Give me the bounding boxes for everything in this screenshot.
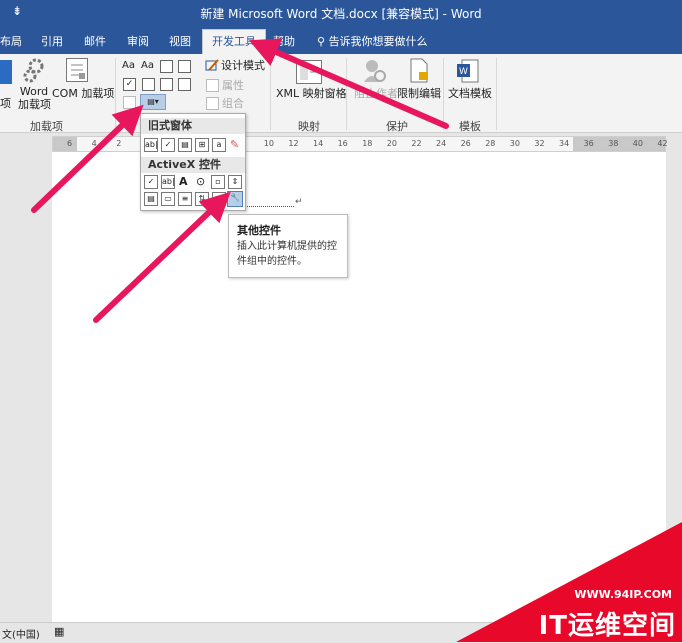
watermark-url: WWW.94IP.COM bbox=[574, 588, 672, 601]
arrow-to-legacy-tools bbox=[31, 104, 144, 213]
arrow-to-developer-tab bbox=[248, 38, 449, 129]
watermark-brand: IT运维空间 bbox=[538, 611, 676, 641]
site-watermark: WWW.94IP.COM IT运维空间 bbox=[456, 522, 682, 642]
arrow-to-more-controls bbox=[93, 191, 231, 323]
